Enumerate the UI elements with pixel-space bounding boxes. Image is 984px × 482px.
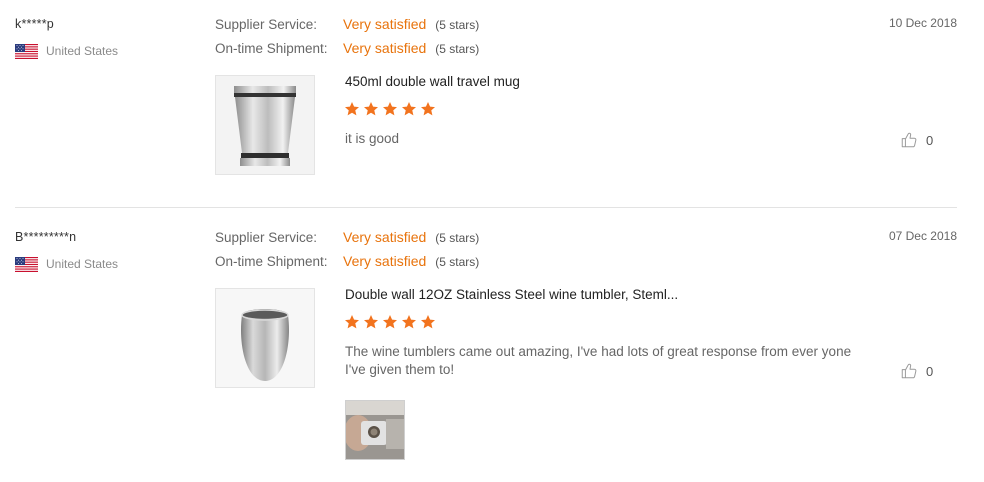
supplier-service-value: Very satisfied — [343, 229, 427, 245]
reviewer-name: k*****p — [15, 17, 54, 31]
travel-mug-image — [216, 76, 314, 174]
review-date: 07 Dec 2018 — [888, 229, 957, 243]
country-name: United States — [46, 44, 119, 58]
supplier-service-stars: (5 stars) — [435, 18, 480, 32]
supplier-service-rating: Supplier Service: Very satisfied (5 star… — [215, 16, 479, 34]
review-divider — [15, 207, 957, 208]
review-date: 10 Dec 2018 — [888, 16, 957, 30]
product-rating-stars — [344, 314, 436, 330]
product-title[interactable]: 450ml double wall travel mug — [345, 74, 520, 89]
star-icon — [344, 101, 360, 117]
shipment-stars: (5 stars) — [435, 255, 480, 269]
product-rating-stars — [344, 101, 436, 117]
review-item: k*****p United States Supplier Service: … — [0, 0, 984, 207]
shipment-value: Very satisfied — [343, 40, 427, 56]
helpful-count: 0 — [926, 363, 934, 379]
product-thumbnail[interactable] — [215, 75, 315, 175]
helpful-button[interactable]: 0 — [900, 131, 933, 149]
star-icon — [363, 314, 379, 330]
reviewer-country: United States — [15, 256, 118, 272]
shipment-rating: On-time Shipment: Very satisfied (5 star… — [215, 253, 479, 271]
review-comment: The wine tumblers came out amazing, I've… — [345, 344, 852, 377]
wine-tumbler-image — [216, 289, 314, 387]
shipment-label: On-time Shipment: — [215, 254, 328, 269]
supplier-service-label: Supplier Service: — [215, 230, 318, 245]
us-flag-icon — [15, 44, 38, 59]
star-icon — [344, 314, 360, 330]
supplier-service-value: Very satisfied — [343, 16, 427, 32]
product-title[interactable]: Double wall 12OZ Stainless Steel wine tu… — [345, 287, 678, 302]
shipment-stars: (5 stars) — [435, 42, 480, 56]
product-thumbnail[interactable] — [215, 288, 315, 388]
star-icon — [382, 314, 398, 330]
helpful-count: 0 — [926, 132, 934, 148]
shipment-label: On-time Shipment: — [215, 41, 328, 56]
shipment-value: Very satisfied — [343, 253, 427, 269]
country-name: United States — [46, 257, 119, 271]
review-photo — [346, 401, 404, 459]
helpful-button[interactable]: 0 — [900, 362, 933, 380]
review-item: B*********n United States Supplier Servi… — [0, 213, 984, 482]
star-icon — [420, 314, 436, 330]
thumbs-up-icon — [900, 362, 918, 380]
thumbs-up-icon — [900, 131, 918, 149]
supplier-service-label: Supplier Service: — [215, 17, 318, 32]
star-icon — [401, 101, 417, 117]
star-icon — [382, 101, 398, 117]
reviewer-name: B*********n — [15, 230, 77, 244]
supplier-service-rating: Supplier Service: Very satisfied (5 star… — [215, 229, 479, 247]
review-comment: it is good — [345, 131, 400, 146]
star-icon — [420, 101, 436, 117]
reviewer-country: United States — [15, 43, 118, 59]
star-icon — [401, 314, 417, 330]
us-flag-icon — [15, 257, 38, 272]
supplier-service-stars: (5 stars) — [435, 231, 480, 245]
shipment-rating: On-time Shipment: Very satisfied (5 star… — [215, 40, 479, 58]
review-photo-thumbnail[interactable] — [345, 400, 405, 460]
star-icon — [363, 101, 379, 117]
